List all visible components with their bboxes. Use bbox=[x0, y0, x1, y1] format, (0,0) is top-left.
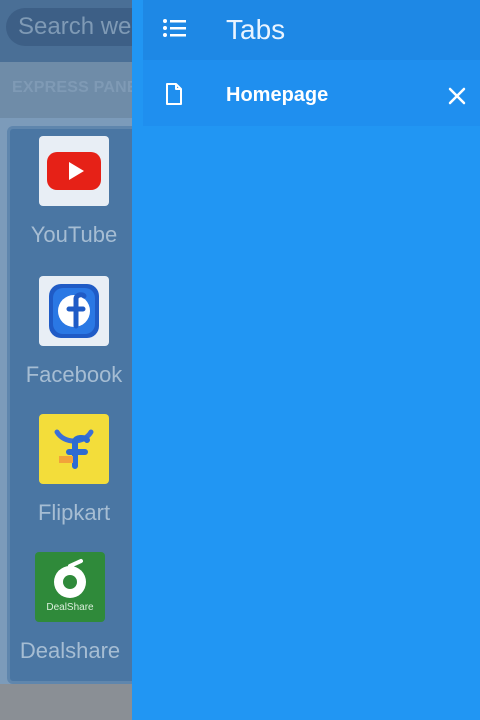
tile-label-youtube: YouTube bbox=[30, 222, 118, 247]
dealshare-logo-text: DealShare bbox=[46, 602, 94, 613]
drawer-header bbox=[143, 0, 480, 60]
youtube-icon bbox=[39, 136, 109, 206]
dealshare-icon: DealShare bbox=[35, 552, 105, 622]
close-icon[interactable] bbox=[447, 86, 467, 106]
list-icon[interactable] bbox=[162, 18, 188, 38]
flipkart-icon bbox=[39, 414, 109, 484]
tile-youtube[interactable]: YouTube bbox=[4, 136, 144, 248]
drawer-title: Tabs bbox=[226, 14, 286, 45]
tile-label-flipkart: Flipkart bbox=[37, 500, 111, 525]
tile-facebook[interactable]: Facebook bbox=[4, 276, 144, 388]
tile-dealshare[interactable]: DealShare Dealshare bbox=[0, 552, 140, 664]
express-panel-label: EXPRESS PANEL bbox=[12, 79, 148, 96]
tile-label-facebook: Facebook bbox=[25, 362, 123, 387]
tab-label[interactable]: Homepage bbox=[226, 84, 328, 107]
facebook-icon bbox=[39, 276, 109, 346]
tile-flipkart[interactable]: Flipkart bbox=[4, 414, 144, 526]
tile-label-dealshare: Dealshare bbox=[19, 638, 121, 663]
document-icon bbox=[162, 82, 186, 106]
